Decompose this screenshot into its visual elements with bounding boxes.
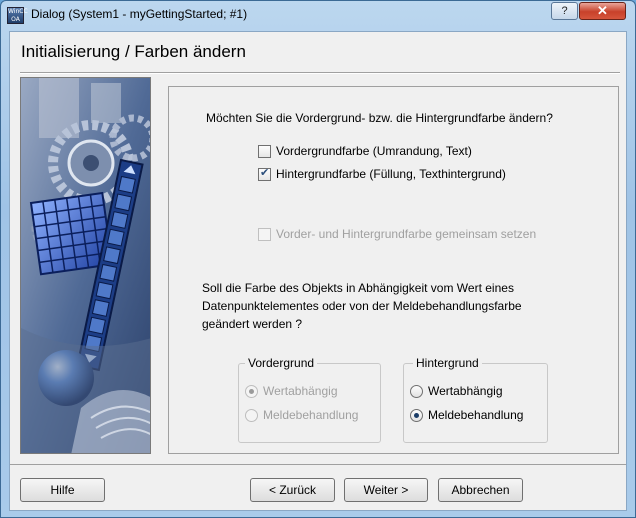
background-alarm-handling-radio[interactable] <box>410 409 423 422</box>
background-groupbox: Hintergrund Wertabhängig Meldebehandlung <box>403 356 548 443</box>
back-button[interactable]: < Zurück <box>250 478 335 502</box>
background-alarm-handling-label[interactable]: Meldebehandlung <box>428 408 523 422</box>
gears-illustration-image <box>21 78 150 453</box>
title-bar[interactable]: WinCC OA Dialog (System1 - myGettingStar… <box>1 1 635 29</box>
background-color-label[interactable]: Hintergrundfarbe (Füllung, Texthintergru… <box>276 167 506 181</box>
foreground-alarm-handling-label[interactable]: Meldebehandlung <box>263 408 358 422</box>
set-both-colors-checkbox[interactable] <box>258 228 271 241</box>
wizard-header: Initialisierung / Farben ändern <box>10 32 626 72</box>
cancel-button[interactable]: Abbrechen <box>438 478 523 502</box>
app-icon-text: WinCC OA <box>8 8 28 23</box>
foreground-groupbox: Vordergrund Wertabhängig Meldebehandlung <box>238 356 381 443</box>
header-divider <box>20 72 620 74</box>
question-dependency-line3: geändert werden ? <box>202 317 303 331</box>
dialog-window: WinCC OA Dialog (System1 - myGettingStar… <box>0 0 636 518</box>
app-icon: WinCC OA <box>7 7 28 24</box>
background-value-dependent-radio[interactable] <box>410 385 423 398</box>
foreground-color-label[interactable]: Vordergrundfarbe (Umrandung, Text) <box>276 144 472 158</box>
foreground-value-dependent-radio[interactable] <box>245 385 258 398</box>
help-button[interactable]: Hilfe <box>20 478 105 502</box>
content-panel: Möchten Sie die Vordergrund- bzw. die Hi… <box>168 86 619 454</box>
question-dependency-line1: Soll die Farbe des Objekts in Abhängigke… <box>202 281 514 295</box>
background-group-title: Hintergrund <box>413 356 482 370</box>
background-value-dependent-label[interactable]: Wertabhängig <box>428 384 503 398</box>
foreground-value-dependent-label[interactable]: Wertabhängig <box>263 384 338 398</box>
dialog-client-area: Initialisierung / Farben ändern Möchten … <box>9 31 627 511</box>
background-color-checkbox[interactable] <box>258 166 271 181</box>
next-button[interactable]: Weiter > <box>344 478 428 502</box>
close-button[interactable]: ✕ <box>579 2 626 20</box>
page-title: Initialisierung / Farben ändern <box>21 42 246 61</box>
question-dependency-line2: Datenpunktelementes oder von der Meldebe… <box>202 299 522 313</box>
foreground-group-title: Vordergrund <box>245 356 318 370</box>
question-change-color: Möchten Sie die Vordergrund- bzw. die Hi… <box>206 111 553 125</box>
window-title: Dialog (System1 - myGettingStarted; #1) <box>31 7 248 21</box>
foreground-alarm-handling-radio[interactable] <box>245 409 258 422</box>
title-help-button[interactable]: ? <box>551 2 578 20</box>
foreground-color-checkbox[interactable] <box>258 145 271 158</box>
footer-divider <box>10 464 626 465</box>
wizard-illustration <box>20 77 151 454</box>
set-both-colors-label[interactable]: Vorder- und Hintergrundfarbe gemeinsam s… <box>276 227 536 241</box>
